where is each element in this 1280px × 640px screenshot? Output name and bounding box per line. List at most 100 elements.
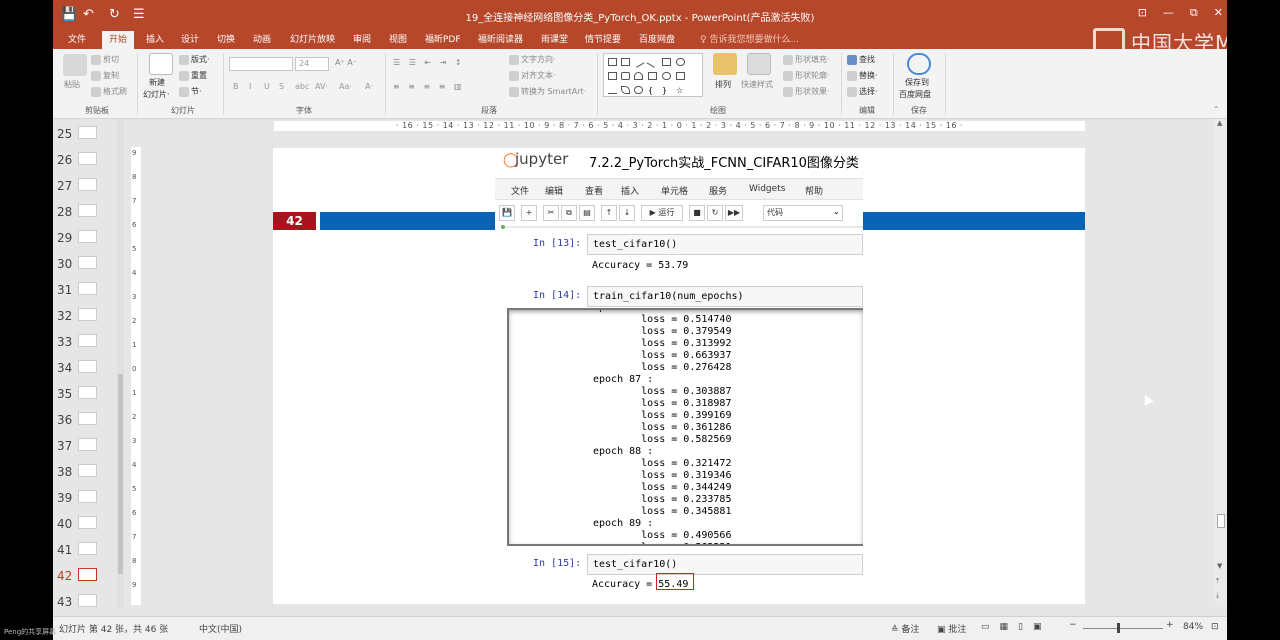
save-to-baidu-line2[interactable]: 百度网盘: [899, 89, 931, 100]
arrange-button[interactable]: 排列: [715, 79, 731, 90]
language-indicator[interactable]: 中文(中国): [199, 622, 242, 635]
new-slide-dropdown[interactable]: 幻灯片·: [143, 89, 170, 100]
tab-insert[interactable]: 插入: [139, 31, 171, 49]
quick-styles-icon[interactable]: [747, 53, 771, 75]
zoom-out-button[interactable]: −: [1069, 620, 1077, 630]
loss-line: loss = 0.582569: [593, 434, 732, 445]
tab-transitions[interactable]: 切换: [210, 31, 242, 49]
tab-foxit-reader[interactable]: 福昕阅读器: [471, 31, 530, 49]
cut-cell-icon: ✂: [543, 205, 559, 221]
cut-button[interactable]: 剪切: [91, 54, 119, 65]
font-size-input[interactable]: 24: [295, 57, 329, 71]
tab-review[interactable]: 审阅: [346, 31, 378, 49]
cell-type-select: 代码: [763, 205, 843, 221]
new-slide-button[interactable]: 新建: [149, 77, 165, 88]
paste-button[interactable]: 粘贴: [64, 79, 80, 90]
slide-thumbnail-number: 36: [57, 413, 73, 427]
slide-editor: · 16 · 15 · 14 · 13 · 12 · 11 · 10 · 9 ·…: [129, 119, 1227, 616]
slide-thumbnail-image: [78, 360, 97, 373]
loss-line: loss = 0.321472: [593, 458, 732, 469]
thumbnail-scrollbar[interactable]: [117, 119, 124, 609]
save-to-baidu-line1[interactable]: 保存到: [905, 77, 929, 88]
zoom-level[interactable]: 84%: [1183, 622, 1203, 632]
font-name-input[interactable]: [229, 57, 293, 71]
ruler-tick-label: 8: [132, 173, 137, 181]
tab-animations[interactable]: 动画: [246, 31, 278, 49]
group-label-save: 保存: [911, 106, 927, 115]
slide-number-badge: 42: [273, 212, 316, 230]
quick-styles-button[interactable]: 快速样式: [741, 79, 773, 90]
tab-file[interactable]: 文件: [61, 31, 93, 49]
tab-foxit-pdf[interactable]: 福昕PDF: [418, 31, 468, 49]
status-bar: 幻灯片 第 42 张，共 46 张 中文(中国) ≙ 备注 ▣ 批注 ▭▦▯▣ …: [53, 616, 1227, 640]
zoom-slider-thumb[interactable]: [1117, 623, 1120, 633]
minimize-icon[interactable]: —: [1163, 6, 1174, 20]
slide-thumbnail-image: [78, 386, 97, 399]
paste-icon[interactable]: [63, 54, 87, 76]
notes-button[interactable]: ≙ 备注: [891, 622, 919, 635]
tab-slideshow[interactable]: 幻灯片放映: [283, 31, 342, 49]
editor-vertical-scrollbar[interactable]: ▲ ▼ ⤒ ⤓: [1215, 119, 1227, 605]
ruler-tick-label: 3: [132, 293, 137, 301]
kernel-status-bar: [501, 225, 863, 229]
restore-icon[interactable]: ⧉: [1190, 6, 1198, 20]
grow-font-icon[interactable]: A⁺ A⁻: [335, 58, 357, 67]
fit-slide-icon[interactable]: ⊡: [1211, 622, 1219, 632]
slide-thumbnail-number: 30: [57, 257, 73, 271]
bold-button[interactable]: B: [233, 82, 239, 91]
find-button[interactable]: 查找: [847, 54, 875, 65]
ruler-tick-label: 9: [132, 581, 137, 589]
tab-storyboard[interactable]: 情节提要: [578, 31, 628, 49]
menu-view: 查看: [585, 187, 604, 197]
slide-thumbnail-image: [78, 568, 97, 581]
slide-thumbnail-number: 35: [57, 387, 73, 401]
shapes-gallery[interactable]: {} ☆: [603, 53, 703, 97]
view-buttons[interactable]: ▭▦▯▣: [981, 622, 1051, 632]
shadow-button[interactable]: S: [279, 82, 284, 91]
slide-thumbnail-number: 25: [57, 127, 73, 141]
slide-thumbnail-image: [78, 438, 97, 451]
epoch-label: epoch 87 :: [593, 374, 654, 385]
zoom-slider[interactable]: [1083, 628, 1163, 629]
list-buttons[interactable]: ☰ ☰ ⇤ ⇥ ↕: [393, 58, 465, 67]
tell-me-search[interactable]: ♀ 告诉我您想要做什么...: [693, 31, 806, 49]
section-button[interactable]: 节·: [179, 86, 202, 97]
arrange-icon[interactable]: [713, 53, 737, 75]
font-color-button[interactable]: A·: [365, 82, 373, 91]
char-spacing-button[interactable]: AV·: [315, 82, 328, 91]
format-painter-button[interactable]: 格式刷: [91, 86, 127, 97]
tab-baidu-pan[interactable]: 百度网盘: [632, 31, 682, 49]
tab-home[interactable]: 开始: [102, 31, 135, 49]
italic-button[interactable]: I: [249, 82, 251, 91]
underline-button[interactable]: U: [264, 82, 270, 91]
text-direction-button[interactable]: 文字方向·: [509, 54, 556, 65]
shape-fill-button[interactable]: 形状填充·: [783, 54, 830, 65]
tab-design[interactable]: 设计: [174, 31, 206, 49]
tab-view[interactable]: 视图: [382, 31, 414, 49]
zoom-in-button[interactable]: +: [1166, 620, 1174, 630]
strikethrough-button[interactable]: abc: [295, 82, 309, 91]
ribbon-display-icon[interactable]: ⊡: [1138, 6, 1147, 20]
select-button[interactable]: 选择·: [847, 86, 878, 97]
slide-thumbnail-image: [78, 152, 97, 165]
shape-effects-button[interactable]: 形状效果·: [783, 86, 830, 97]
new-slide-icon[interactable]: [149, 53, 173, 75]
close-icon[interactable]: ✕: [1214, 6, 1223, 20]
change-case-button[interactable]: Aa·: [339, 82, 352, 91]
collapse-ribbon-icon[interactable]: ⌃: [1213, 105, 1220, 114]
comments-button[interactable]: ▣ 批注: [937, 622, 966, 635]
pen-icon: [783, 70, 793, 81]
replace-button[interactable]: 替换·: [847, 70, 878, 81]
layout-button[interactable]: 版式·: [179, 54, 210, 65]
baidu-cloud-icon[interactable]: [907, 53, 931, 75]
reset-button[interactable]: 重置: [179, 70, 207, 81]
shape-outline-button[interactable]: 形状轮廓·: [783, 70, 830, 81]
smartart-button[interactable]: 转换为 SmartArt·: [509, 86, 586, 97]
code-cell-input: test_cifar10(): [587, 554, 863, 575]
align-buttons[interactable]: ≡ ≡ ≡ ≡ ▥: [393, 82, 465, 91]
replace-icon: [847, 70, 857, 81]
tab-rain-classroom[interactable]: 雨课堂: [534, 31, 575, 49]
copy-button[interactable]: 复制: [91, 70, 119, 81]
align-text-button[interactable]: 对齐文本·: [509, 70, 556, 81]
slide-canvas[interactable]: 42 ◯ jupyter 7.2.2_PyTorch实战_FCNN_CIFAR1…: [273, 148, 1085, 604]
